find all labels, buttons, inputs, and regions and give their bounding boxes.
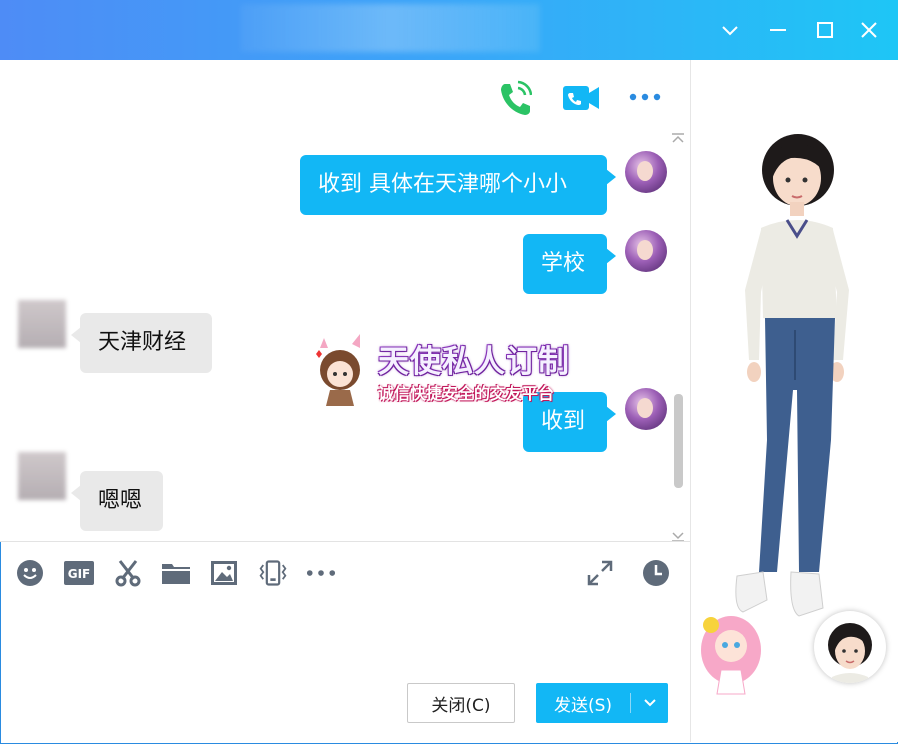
video-call-icon[interactable] [562,80,600,118]
minimize-icon[interactable] [764,16,792,44]
gif-icon[interactable]: GIF [64,558,94,588]
message-bubble-outgoing[interactable]: 收到 具体在天津哪个小小 [300,155,616,215]
more-horizontal-icon[interactable] [628,89,662,108]
ad-watermark: 天使私人订制 诚信快捷安全的交友平台 [310,334,590,410]
avatar[interactable] [625,388,667,430]
title-bar[interactable] [0,0,898,60]
svg-text:GIF: GIF [68,567,91,581]
maximize-icon[interactable] [811,16,839,44]
avatar[interactable] [18,452,66,500]
more-horizontal-icon[interactable] [306,558,336,588]
scrollbar-thumb[interactable] [674,394,683,488]
expand-icon[interactable] [585,558,615,588]
scroll-down-arrow[interactable] [671,527,685,542]
ad-title: 天使私人订制 [378,344,570,380]
close-icon[interactable] [855,16,883,44]
image-icon[interactable] [209,558,239,588]
avatar[interactable] [625,151,667,193]
chevron-down-icon[interactable] [631,683,668,723]
avatar[interactable] [18,300,66,348]
ad-subtitle: 诚信快捷安全的交友平台 [378,384,555,403]
scroll-up-arrow[interactable] [671,128,685,143]
chevron-down-icon[interactable] [716,16,744,44]
contact-name-redacted [240,4,540,52]
send-button[interactable]: 发送(S) [536,683,668,723]
send-button-label[interactable]: 发送(S) [536,683,630,723]
cartoon-girl-icon [316,334,360,406]
folder-icon[interactable] [161,558,191,588]
phone-call-icon[interactable] [498,80,533,120]
history-clock-icon[interactable] [641,558,671,588]
message-bubble-outgoing[interactable]: 学校 [523,234,616,294]
message-bubble-incoming[interactable]: 天津财经 [71,313,212,373]
avatar[interactable] [814,611,886,683]
avatar-face-illustration [828,623,872,683]
screenshot-scissors-icon[interactable] [113,558,143,588]
emoji-icon[interactable] [15,558,45,588]
avatar[interactable] [625,230,667,272]
message-bubble-incoming[interactable]: 嗯嗯 [71,471,163,531]
message-area[interactable] [0,60,690,542]
shake-window-icon[interactable] [258,558,288,588]
close-button[interactable]: 关闭(C) [407,683,515,723]
